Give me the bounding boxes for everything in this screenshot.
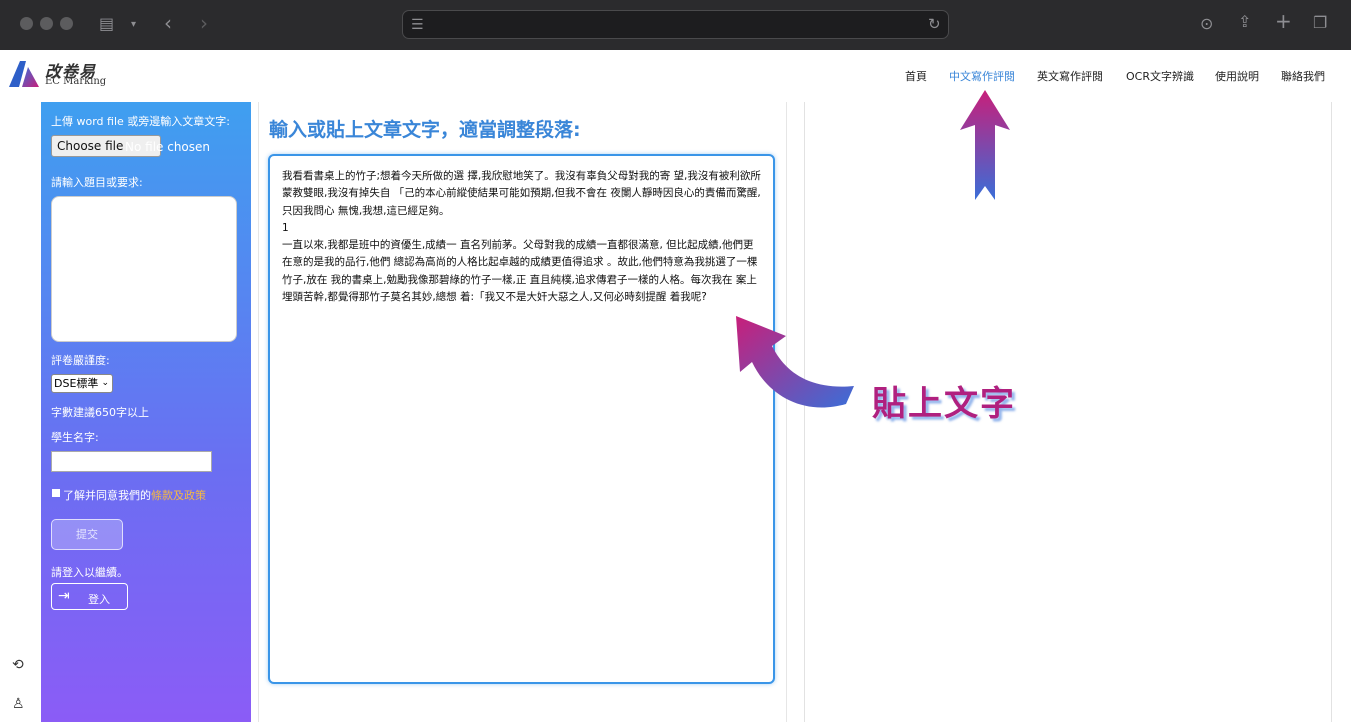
login-hint: 請登入以繼續。 <box>51 566 128 579</box>
student-name-input[interactable] <box>51 451 212 472</box>
user-icon[interactable]: ♙ <box>12 696 25 712</box>
page-title: 輸入或貼上文章文字，適當調整段落: <box>269 119 581 141</box>
submit-button[interactable]: 提交 <box>51 519 123 550</box>
nav-ocr[interactable]: OCR文字辨識 <box>1126 68 1194 84</box>
new-tab-icon[interactable]: + <box>1275 11 1292 31</box>
login-label: 登入 <box>88 593 110 606</box>
window-minimize-button[interactable] <box>40 17 53 30</box>
logo-icon[interactable] <box>9 61 39 87</box>
forward-icon[interactable]: › <box>200 13 208 33</box>
share-icon[interactable]: ⇪ <box>1238 12 1251 32</box>
nav-contact[interactable]: 聯絡我們 <box>1281 68 1325 84</box>
nav-chinese-writing[interactable]: 中文寫作評閱 <box>949 68 1015 84</box>
nav-guide[interactable]: 使用說明 <box>1215 68 1259 84</box>
chevron-down-icon: ⌄ <box>101 378 109 388</box>
annotation-arrow-curve <box>736 316 854 408</box>
essay-text: 我看看書桌上的竹子;想着今天所做的選 擇,我欣慰地笑了。我沒有辜負父母對我的寄 … <box>282 170 761 304</box>
topic-label: 請輸入題目或要求: <box>51 176 143 189</box>
nav-english-writing[interactable]: 英文寫作評閱 <box>1037 68 1103 84</box>
window-close-button[interactable] <box>20 17 33 30</box>
logo-subtitle[interactable]: EC Marking <box>45 76 106 87</box>
essay-textarea[interactable]: 我看看書桌上的竹子;想着今天所做的選 擇,我欣慰地笑了。我沒有辜負父母對我的寄 … <box>268 154 775 684</box>
sidebar-toggle-icon[interactable]: ▤ <box>99 14 114 34</box>
word-count-hint: 字數建議650字以上 <box>51 406 149 419</box>
download-icon[interactable]: ⊙ <box>1200 14 1213 34</box>
terms-link[interactable]: 條款及政策 <box>151 489 206 502</box>
chevron-down-icon[interactable]: ▾ <box>131 15 136 35</box>
strictness-value: DSE標準 <box>54 377 99 390</box>
student-name-label: 學生名字: <box>51 431 99 444</box>
reload-icon[interactable]: ↻ <box>928 14 941 34</box>
window-zoom-button[interactable] <box>60 17 73 30</box>
strictness-select[interactable]: DSE標準 ⌄ <box>51 374 113 393</box>
browser-toolbar: ▤ ▾ ‹ › ☰ ↻ ⊙ ⇪ + ❐ <box>0 0 1351 50</box>
sign-in-icon: ⇥ <box>58 588 70 604</box>
nav-home[interactable]: 首頁 <box>905 68 927 84</box>
agree-text: 了解并同意我們的條款及政策 <box>63 487 206 503</box>
agree-label: 了解并同意我們的 <box>63 489 151 502</box>
upload-label: 上傳 word file 或旁邊輸入文章文字: <box>51 115 230 128</box>
strictness-label: 評卷嚴謹度: <box>51 354 110 367</box>
topic-input[interactable] <box>51 196 237 342</box>
icon-rail: ⟲ ♙ <box>0 102 41 722</box>
reader-icon[interactable]: ☰ <box>411 15 424 35</box>
back-icon[interactable]: ‹ <box>164 13 172 33</box>
address-bar[interactable]: ☰ ↻ <box>402 10 949 39</box>
agree-checkbox[interactable] <box>52 489 60 497</box>
login-button[interactable]: ⇥ 登入 <box>51 583 128 610</box>
sidebar-form: 上傳 word file 或旁邊輸入文章文字: Choose file No f… <box>41 102 251 722</box>
annotation-label: 貼上文字 <box>872 384 1016 424</box>
pane-divider <box>258 102 259 722</box>
annotation-arrow-up <box>960 90 1010 200</box>
tab-overview-icon[interactable]: ❐ <box>1313 13 1327 33</box>
file-status: No file chosen <box>125 140 211 154</box>
history-icon[interactable]: ⟲ <box>12 657 24 673</box>
